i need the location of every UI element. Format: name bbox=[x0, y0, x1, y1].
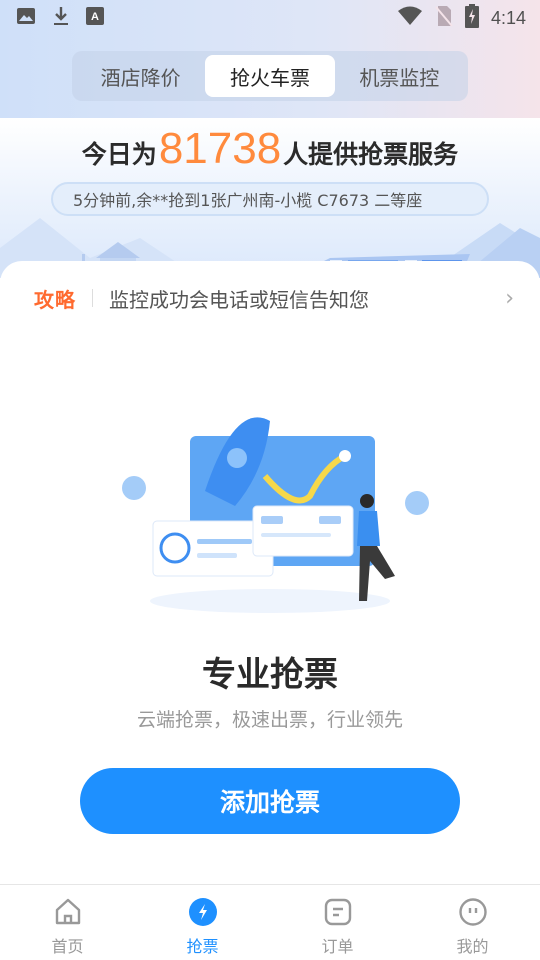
bottom-tab-bar: 首页 抢票 订单 我的 bbox=[0, 884, 540, 960]
tab-grab-ticket-label: 抢票 bbox=[186, 937, 219, 956]
image-icon bbox=[16, 7, 36, 29]
headline-suffix: 人提供抢票服务 bbox=[283, 140, 459, 169]
download-icon bbox=[52, 6, 70, 30]
category-segment: 酒店降价 抢火车票 机票监控 bbox=[72, 51, 468, 101]
wifi-icon bbox=[397, 6, 423, 30]
add-grab-ticket-button[interactable]: 添加抢票 bbox=[80, 768, 460, 834]
tip-row[interactable]: 攻略 监控成功会电话或短信告知您 › bbox=[34, 283, 514, 313]
tab-orders-label: 订单 bbox=[321, 937, 354, 956]
feature-subtitle: 云端抢票，极速出票，行业领先 bbox=[136, 709, 403, 731]
tab-grab-ticket[interactable]: 抢票 bbox=[135, 885, 270, 960]
tab-profile-label: 我的 bbox=[456, 937, 489, 956]
tab-profile[interactable]: 我的 bbox=[405, 885, 540, 960]
recent-success-ticker: 5分钟前,余**抢到1张广州南-小榄 C7673 二等座 bbox=[51, 182, 489, 216]
clock: 4:14 bbox=[490, 7, 526, 28]
lightning-icon bbox=[188, 897, 218, 931]
profile-icon bbox=[458, 897, 488, 931]
svg-text:A: A bbox=[91, 11, 99, 23]
tab-home[interactable]: 首页 bbox=[0, 885, 135, 960]
tip-text: 监控成功会电话或短信告知您 bbox=[109, 287, 369, 312]
tab-train-tickets[interactable]: 抢火车票 bbox=[205, 55, 335, 97]
rocket-illustration bbox=[122, 417, 429, 613]
no-sim-icon bbox=[435, 5, 453, 31]
tab-hotel-price-drop[interactable]: 酒店降价 bbox=[76, 55, 205, 97]
status-bar: A 4:14 bbox=[0, 0, 540, 36]
tab-flight-monitor[interactable]: 机票监控 bbox=[335, 55, 464, 97]
tab-orders[interactable]: 订单 bbox=[270, 885, 405, 960]
app-screen: A 4:14 酒店降价 抢火车票 机票监控 今日为 81738 人提供抢票服务 … bbox=[0, 0, 540, 960]
font-icon: A bbox=[86, 7, 104, 29]
headline-prefix: 今日为 bbox=[81, 140, 157, 169]
served-count: 81738 bbox=[158, 124, 282, 173]
tip-badge: 攻略 bbox=[34, 287, 76, 312]
chevron-right-icon: › bbox=[505, 285, 514, 311]
main-card: 攻略 监控成功会电话或短信告知您 › 专业抢票 云端抢票，极速出票，行业领先 添… bbox=[0, 261, 540, 886]
service-banner: 今日为 81738 人提供抢票服务 5分钟前,余**抢到1张广州南-小榄 C76… bbox=[0, 118, 540, 278]
home-icon bbox=[53, 897, 83, 931]
battery-charging-icon bbox=[464, 4, 479, 32]
service-headline: 今日为 81738 人提供抢票服务 bbox=[0, 124, 540, 174]
tab-home-label: 首页 bbox=[51, 937, 84, 956]
order-icon bbox=[323, 897, 353, 931]
feature-title: 专业抢票 bbox=[202, 655, 338, 695]
divider bbox=[92, 289, 93, 307]
